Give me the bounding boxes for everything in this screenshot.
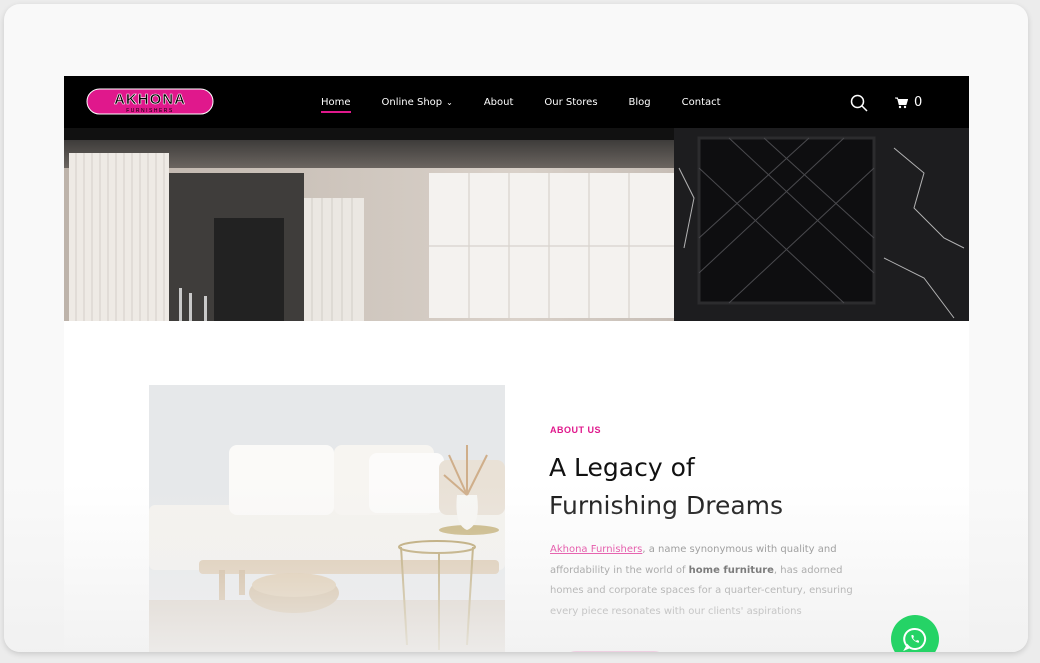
nav-online-shop-label: Online Shop (381, 96, 443, 108)
read-more-button[interactable] (561, 651, 669, 652)
cart-count: 0 (914, 95, 923, 110)
nav-contact[interactable]: Contact (682, 97, 721, 108)
about-paragraph: Akhona Furnishers, a name synonymous wit… (550, 540, 870, 622)
about-sofa-image (149, 385, 505, 652)
brand-link[interactable]: Akhona Furnishers (550, 544, 642, 555)
nav-about[interactable]: About (484, 97, 514, 108)
para-bold: home furniture (688, 564, 774, 576)
nav-blog[interactable]: Blog (629, 97, 651, 108)
logo-text: AKHONA (114, 91, 186, 108)
about-heading-line2: Furnishing Dreams (549, 491, 784, 520)
nav-our-stores[interactable]: Our Stores (544, 97, 597, 108)
whatsapp-icon (903, 627, 927, 652)
cart-button[interactable]: 0 (895, 95, 922, 110)
browser-frame: AKHONA FURNISHERS Home Online Shop ⌄ Abou… (4, 4, 1028, 652)
nav-online-shop[interactable]: Online Shop ⌄ (382, 97, 453, 108)
main-nav: Home Online Shop ⌄ About Our Stores Blog … (321, 76, 752, 128)
brand-logo[interactable]: AKHONA FURNISHERS (86, 88, 214, 115)
section-eyebrow: ABOUT US (550, 425, 601, 435)
about-heading: A Legacy of Furnishing Dreams (549, 449, 879, 525)
about-heading-line1: A Legacy of (549, 453, 695, 482)
nav-home[interactable]: Home (321, 97, 351, 113)
cart-icon (895, 97, 908, 108)
navbar: AKHONA FURNISHERS Home Online Shop ⌄ Abou… (64, 76, 969, 128)
page: AKHONA FURNISHERS Home Online Shop ⌄ Abou… (64, 76, 969, 652)
search-icon[interactable] (850, 94, 868, 112)
logo-subtext: FURNISHERS (126, 108, 174, 114)
chevron-down-icon: ⌄ (446, 97, 453, 107)
hero-banner-image (64, 128, 969, 321)
